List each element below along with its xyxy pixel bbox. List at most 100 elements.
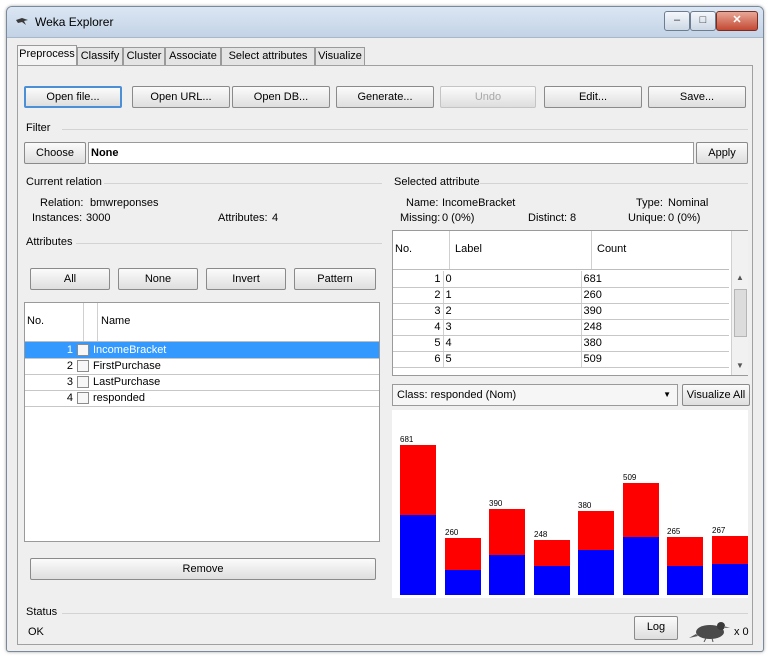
table-row[interactable]: 6 5 509	[393, 351, 729, 368]
attribute-checkbox[interactable]	[77, 360, 89, 373]
selected-divider	[480, 183, 748, 184]
histogram-bars: 681 260 390 248 380 509 265 267	[392, 410, 748, 598]
relation-divider	[104, 183, 382, 184]
select-none-button[interactable]: None	[118, 268, 198, 290]
label-count: 390	[581, 303, 729, 320]
histogram-bar-label: 265	[667, 527, 681, 536]
tab-associate[interactable]: Associate	[165, 47, 221, 65]
selected-name-value: IncomeBracket	[442, 197, 516, 209]
attribute-no: 3	[25, 374, 75, 391]
tab-classify[interactable]: Classify	[77, 47, 123, 65]
tab-preprocess[interactable]: Preprocess	[17, 45, 77, 66]
scroll-thumb[interactable]	[734, 289, 747, 337]
column-divider	[591, 231, 592, 269]
histogram-bar-label: 390	[489, 499, 503, 508]
label-no: 4	[393, 319, 444, 336]
unique-label: Unique:	[628, 212, 666, 224]
label-no: 1	[393, 271, 444, 288]
histogram-bar-red	[578, 511, 614, 550]
histogram-bar-label: 380	[578, 501, 592, 510]
log-button[interactable]: Log	[634, 616, 678, 640]
task-count: x 0	[734, 626, 749, 638]
label-value: 5	[443, 351, 582, 368]
label-count: 248	[581, 319, 729, 336]
label-count: 509	[581, 351, 729, 368]
filter-value: None	[91, 147, 119, 159]
scroll-down-icon[interactable]: ▼	[736, 361, 744, 370]
table-row[interactable]: 1 0 681	[393, 271, 729, 288]
weka-bird-icon	[689, 622, 730, 642]
attributes-col-no: No.	[27, 315, 45, 327]
label-no: 6	[393, 351, 444, 368]
tab-visualize[interactable]: Visualize	[315, 47, 365, 65]
select-all-button[interactable]: All	[30, 268, 110, 290]
status-heading: Status	[26, 606, 58, 618]
attribute-checkbox[interactable]	[77, 343, 89, 356]
label-count: 380	[581, 335, 729, 352]
selected-name-label: Name:	[406, 197, 439, 209]
tab-cluster[interactable]: Cluster	[123, 47, 165, 65]
attribute-checkbox[interactable]	[77, 392, 89, 405]
scroll-up-icon[interactable]: ▲	[736, 273, 744, 282]
histogram-bar-red	[667, 537, 703, 566]
label-rows: 1 0 681 2 1 260 3 2 390 4 3 248 5 4 380 6 5 509	[393, 271, 729, 368]
open-file-button[interactable]: Open file...	[24, 86, 122, 108]
chevron-down-icon[interactable]: ▼	[663, 390, 671, 399]
apply-filter-button[interactable]: Apply	[696, 142, 748, 164]
tab-select-attributes[interactable]: Select attributes	[221, 47, 315, 65]
status-text: OK	[28, 626, 44, 638]
label-table-scrollbar[interactable]: ▲ ▼	[731, 231, 748, 375]
table-row[interactable]: 5 4 380	[393, 335, 729, 352]
table-row[interactable]: 2 FirstPurchase	[25, 358, 379, 375]
histogram-bar-blue	[445, 570, 481, 595]
edit-button[interactable]: Edit...	[544, 86, 642, 108]
attribute-checkbox[interactable]	[77, 376, 89, 389]
attributes-table: No. Name 1 IncomeBracket 2 FirstPurchase…	[24, 302, 380, 542]
class-select[interactable]: Class: responded (Nom) ▼	[392, 384, 678, 406]
choose-filter-button[interactable]: Choose	[24, 142, 86, 164]
open-url-button[interactable]: Open URL...	[132, 86, 230, 108]
attributes-count-label: Attributes:	[218, 212, 268, 224]
pattern-button[interactable]: Pattern	[294, 268, 376, 290]
label-col-count: Count	[597, 243, 627, 255]
visualize-all-button[interactable]: Visualize All	[682, 384, 750, 406]
attribute-name: responded	[91, 390, 379, 407]
label-no: 3	[393, 303, 444, 320]
remove-button[interactable]: Remove	[30, 558, 376, 580]
generate-button[interactable]: Generate...	[336, 86, 434, 108]
undo-button[interactable]: Undo	[440, 86, 536, 108]
maximize-button[interactable]: □	[690, 11, 716, 31]
table-row[interactable]: 2 1 260	[393, 287, 729, 304]
label-no: 5	[393, 335, 444, 352]
table-row[interactable]: 4 3 248	[393, 319, 729, 336]
label-value: 2	[443, 303, 582, 320]
table-row[interactable]: 4 responded	[25, 390, 379, 407]
status-divider	[62, 613, 748, 614]
histogram-bar-red	[623, 483, 659, 537]
relation-label: Relation:	[40, 197, 84, 209]
distinct-label: Distinct:	[528, 212, 568, 224]
window-title: Weka Explorer	[35, 15, 114, 29]
invert-selection-button[interactable]: Invert	[206, 268, 286, 290]
attribute-name: IncomeBracket	[91, 342, 379, 359]
attributes-rows: 1 IncomeBracket 2 FirstPurchase 3 LastPu…	[25, 342, 379, 407]
attributes-col-name: Name	[101, 315, 131, 327]
save-button[interactable]: Save...	[648, 86, 746, 108]
instances-value: 3000	[86, 212, 111, 224]
close-button[interactable]: ✕	[716, 11, 758, 31]
histogram-bar-blue	[489, 555, 525, 595]
histogram-bar-red	[445, 538, 481, 570]
attribute-name: FirstPurchase	[91, 358, 379, 375]
label-value: 1	[443, 287, 582, 304]
selected-type-value: Nominal	[668, 197, 709, 209]
attribute-no: 2	[25, 358, 75, 375]
minimize-button[interactable]: –	[664, 11, 690, 31]
column-divider	[97, 303, 98, 341]
table-row[interactable]: 3 2 390	[393, 303, 729, 320]
filter-field[interactable]: None	[88, 142, 694, 164]
table-row[interactable]: 3 LastPurchase	[25, 374, 379, 391]
table-row[interactable]: 1 IncomeBracket	[25, 342, 379, 359]
open-db-button[interactable]: Open DB...	[232, 86, 330, 108]
title-bar: Weka Explorer – □ ✕	[7, 7, 763, 38]
histogram-bar-red	[534, 540, 570, 566]
